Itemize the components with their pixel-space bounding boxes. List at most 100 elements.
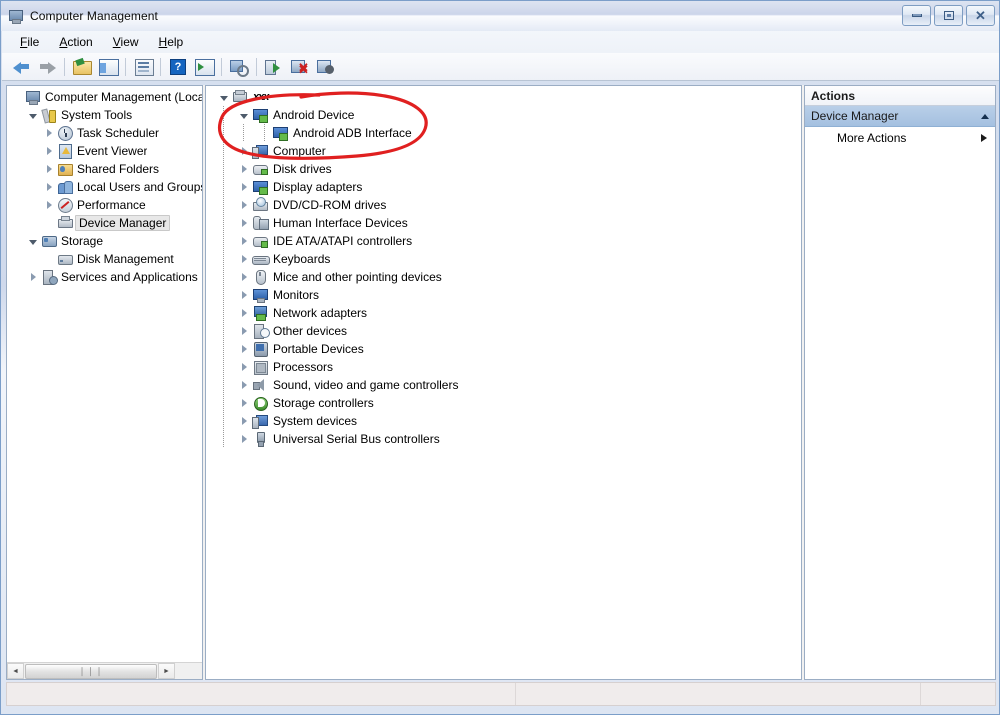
device-node-sound-video-and-game-controllers[interactable]: Sound, video and game controllers [206,376,801,394]
window-controls: ✕ [902,5,995,26]
chevron-right-icon[interactable] [236,214,252,232]
device-node-processors[interactable]: Processors [206,358,801,376]
chevron-right-icon[interactable] [41,143,57,159]
device-node-keyboards[interactable]: Keyboards [206,250,801,268]
chevron-right-icon[interactable] [236,142,252,160]
device-node-label: System devices [273,414,358,428]
chevron-right-icon[interactable] [25,269,41,285]
sidebar-item-system-tools[interactable]: System Tools [7,106,202,124]
chevron-down-icon[interactable] [216,88,232,106]
hid-icon [252,215,269,231]
device-node-android-device[interactable]: Android Device [206,106,801,124]
properties-button[interactable] [131,55,155,79]
chevron-right-icon[interactable] [41,179,57,195]
close-button[interactable]: ✕ [966,5,995,26]
sidebar-item-shared-folders[interactable]: Shared Folders [7,160,202,178]
chevron-right-icon[interactable] [236,430,252,448]
device-node-portable-devices[interactable]: Portable Devices [206,340,801,358]
maximize-button[interactable] [934,5,963,26]
device-node-network-adapters[interactable]: Network adapters [206,304,801,322]
chevron-right-icon[interactable] [236,412,252,430]
device-node-label: Disk drives [273,162,332,176]
device-node-monitors[interactable]: Monitors [206,286,801,304]
device-node-ide-ata-atapi-controllers[interactable]: IDE ATA/ATAPI controllers [206,232,801,250]
chevron-right-icon[interactable] [41,161,57,177]
chevron-right-icon[interactable] [41,197,57,213]
chevron-right-icon[interactable] [236,358,252,376]
computer-management-icon [25,89,41,105]
menu-help[interactable]: Help [149,33,194,51]
thumb-grip-icon: ❘❘❘ [78,665,104,676]
menu-file[interactable]: File [10,33,49,51]
console-tree-pane: Computer Management (Local System Tools Ta… [6,85,203,680]
up-one-level-button[interactable] [70,55,94,79]
device-node-mice-and-other-pointing-devices[interactable]: Mice and other pointing devices [206,268,801,286]
sidebar-item-event-viewer[interactable]: Event Viewer [7,142,202,160]
sidebar-item-services-and-applications[interactable]: Services and Applications [7,268,202,286]
device-manager-pane: xxx Android Device Android ADB Interface Co… [205,85,802,680]
chevron-down-icon[interactable] [25,107,41,123]
device-node-universal-serial-bus-controllers[interactable]: Universal Serial Bus controllers [206,430,801,448]
device-node-label: Processors [273,360,334,374]
system-tools-icon [41,107,57,123]
action-more-actions[interactable]: More Actions [805,127,995,149]
sidebar-item-performance[interactable]: Performance [7,196,202,214]
menu-view[interactable]: View [103,33,149,51]
sidebar-item-local-users-and-groups[interactable]: Local Users and Groups [7,178,202,196]
chevron-right-icon[interactable] [236,250,252,268]
show-hide-tree-button[interactable] [96,55,120,79]
chevron-right-icon[interactable] [236,286,252,304]
scan-hardware-button[interactable] [227,55,251,79]
sidebar-item-label: Services and Applications [61,270,198,284]
device-node-android-adb-interface[interactable]: Android ADB Interface [206,124,801,142]
device-node-display-adapters[interactable]: Display adapters [206,178,801,196]
sidebar-item-storage[interactable]: Storage [7,232,202,250]
chevron-right-icon[interactable] [236,394,252,412]
show-action-pane-button[interactable] [192,55,216,79]
device-node-computer[interactable]: Computer [206,142,801,160]
sidebar-item-label: Shared Folders [77,162,160,176]
update-driver-button[interactable] [262,55,286,79]
actions-group-device-manager[interactable]: Device Manager [805,106,995,127]
scroll-right-button[interactable]: ► [158,663,175,679]
chevron-right-icon[interactable] [236,160,252,178]
menu-action[interactable]: Action [49,33,102,51]
back-button[interactable] [9,55,33,79]
device-node-dvd-cd-rom-drives[interactable]: DVD/CD-ROM drives [206,196,801,214]
forward-button[interactable] [35,55,59,79]
sidebar-item-disk-management[interactable]: Disk Management [7,250,202,268]
chevron-right-icon[interactable] [41,125,57,141]
device-node-human-interface-devices[interactable]: Human Interface Devices [206,214,801,232]
chevron-right-icon[interactable] [236,178,252,196]
window-title: Computer Management [30,9,158,23]
device-node-system-devices[interactable]: System devices [206,412,801,430]
chevron-right-icon[interactable] [236,196,252,214]
device-node-storage-controllers[interactable]: Storage controllers [206,394,801,412]
chevron-down-icon[interactable] [25,233,41,249]
sidebar-item-computer-management-local[interactable]: Computer Management (Local [7,88,202,106]
chevron-right-icon[interactable] [236,268,252,286]
scroll-left-button[interactable]: ◄ [7,663,24,679]
chevron-down-icon[interactable] [236,106,252,124]
device-node-label: Portable Devices [273,342,364,356]
sidebar-item-task-scheduler[interactable]: Task Scheduler [7,124,202,142]
display-adapters-icon [252,179,268,195]
chevron-right-icon[interactable] [236,376,252,394]
device-node-disk-drives[interactable]: Disk drives [206,160,801,178]
forward-arrow-icon [39,60,56,74]
help-button[interactable]: ? [166,55,190,79]
hscrollbar-thumb[interactable]: ❘❘❘ [25,663,157,679]
disk-management-icon [57,251,73,267]
device-node-xxx[interactable]: xxx [206,88,801,106]
sidebar-item-label: Local Users and Groups [77,180,202,194]
chevron-right-icon[interactable] [236,340,252,358]
sidebar-item-device-manager[interactable]: Device Manager [7,214,202,232]
console-tree-hscrollbar[interactable]: ◄ ❘❘❘ ► [7,662,202,679]
chevron-right-icon[interactable] [236,232,252,250]
minimize-button[interactable] [902,5,931,26]
chevron-right-icon[interactable] [236,322,252,340]
chevron-right-icon[interactable] [236,304,252,322]
disable-button[interactable] [314,55,338,79]
device-node-other-devices[interactable]: Other devices [206,322,801,340]
uninstall-button[interactable]: ✕ [288,55,312,79]
